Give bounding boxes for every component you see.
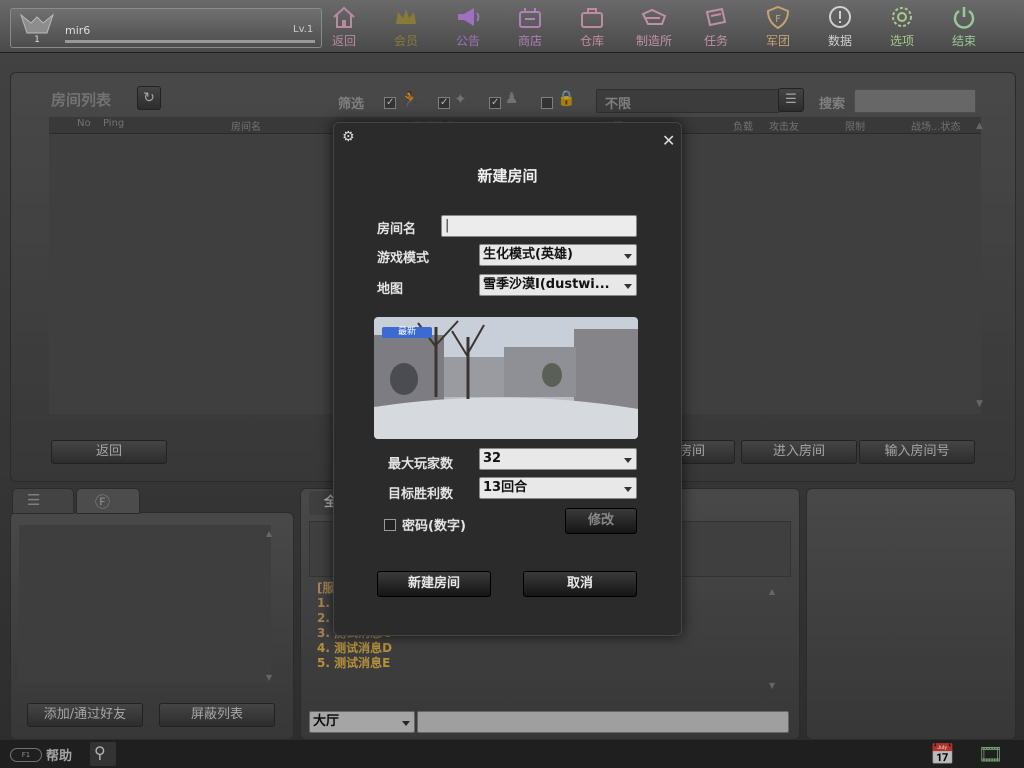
max-players-value: 32 bbox=[483, 451, 502, 466]
max-players-label: 最大玩家数 bbox=[388, 457, 454, 472]
nav-label: 制造所 bbox=[635, 34, 672, 48]
top-bar: 1 mir6 Lv.1 返回 会员 公告 商店 仓库 制造所 任务 F 军团 数据 选项 结束 bbox=[0, 0, 1024, 53]
nav-label: 公告 bbox=[455, 34, 480, 48]
quest-icon bbox=[705, 7, 727, 27]
max-players-select[interactable]: 32 bbox=[479, 448, 637, 470]
confirm-create-room-button[interactable]: 新建房间 bbox=[377, 571, 491, 597]
map-label: 地图 bbox=[377, 282, 404, 297]
nav-label: 数据 bbox=[827, 34, 852, 48]
target-wins-value: 13回合 bbox=[483, 480, 528, 495]
game-mode-value: 生化模式(英雄) bbox=[483, 247, 573, 262]
create-room-dialog: ⚙ ✕ 新建房间 房间名 | 游戏模式 生化模式(英雄) 地图 雪季沙漠Ⅰ(du… bbox=[333, 122, 682, 636]
nav-item-9[interactable]: 选项 bbox=[874, 4, 930, 50]
nav-item-7[interactable]: F 军团 bbox=[750, 4, 806, 50]
exp-bar bbox=[65, 40, 315, 43]
player-level: Lv.1 bbox=[293, 24, 314, 35]
password-checkbox[interactable] bbox=[384, 519, 396, 531]
close-icon[interactable]: ✕ bbox=[662, 131, 675, 150]
nav-item-8[interactable]: 数据 bbox=[812, 4, 868, 50]
nav-item-5[interactable]: 制造所 bbox=[626, 4, 682, 50]
nav-item-4[interactable]: 仓库 bbox=[564, 4, 620, 50]
game-mode-select[interactable]: 生化模式(英雄) bbox=[479, 244, 637, 266]
nav-item-1[interactable]: 会员 bbox=[378, 4, 434, 50]
chevron-down-icon bbox=[624, 458, 632, 463]
map-value: 雪季沙漠Ⅰ(dustwi... bbox=[483, 277, 610, 292]
svg-text:1: 1 bbox=[34, 35, 40, 45]
password-label: 密码(数字) bbox=[402, 519, 466, 534]
room-name-input[interactable]: | bbox=[441, 215, 637, 237]
nav-item-6[interactable]: 任务 bbox=[688, 4, 744, 50]
nav-label: 会员 bbox=[393, 34, 418, 48]
map-preview-image: 最新 bbox=[374, 317, 638, 439]
chevron-down-icon bbox=[624, 284, 632, 289]
room-name-label: 房间名 bbox=[377, 222, 417, 237]
chevron-down-icon bbox=[624, 254, 632, 259]
megaphone-icon bbox=[458, 8, 480, 26]
target-wins-select[interactable]: 13回合 bbox=[479, 477, 637, 499]
nav-item-2[interactable]: 公告 bbox=[440, 4, 496, 50]
power-icon bbox=[953, 7, 975, 29]
store-icon bbox=[519, 8, 541, 28]
nav-label: 任务 bbox=[703, 34, 728, 48]
nav-item-3[interactable]: 商店 bbox=[502, 4, 558, 50]
nav-label: 选项 bbox=[889, 34, 914, 48]
shield-icon: F bbox=[766, 5, 790, 30]
target-wins-label: 目标胜利数 bbox=[388, 487, 454, 502]
cancel-button[interactable]: 取消 bbox=[523, 571, 637, 597]
player-profile[interactable]: 1 mir6 Lv.1 bbox=[10, 8, 322, 48]
steam-icon: ⚙ bbox=[342, 129, 355, 145]
modify-password-button[interactable]: 修改 bbox=[565, 508, 637, 534]
svg-text:F: F bbox=[775, 14, 781, 25]
nav-label: 军团 bbox=[765, 34, 790, 48]
nav-item-10[interactable]: 结束 bbox=[936, 4, 992, 50]
chevron-down-icon bbox=[624, 487, 632, 492]
nav-label: 仓库 bbox=[579, 34, 604, 48]
dialog-title: 新建房间 bbox=[477, 167, 538, 185]
briefcase-icon bbox=[581, 8, 603, 28]
game-mode-label: 游戏模式 bbox=[377, 251, 430, 266]
nav-label: 返回 bbox=[331, 34, 356, 48]
gear-icon bbox=[892, 7, 912, 27]
new-badge: 最新 bbox=[382, 327, 432, 338]
nav-label: 商店 bbox=[517, 34, 542, 48]
info-icon bbox=[829, 6, 851, 28]
player-name: mir6 bbox=[65, 24, 91, 37]
craft-icon bbox=[641, 8, 667, 25]
nav-label: 结束 bbox=[951, 34, 976, 48]
home-icon bbox=[333, 6, 355, 28]
crown-icon bbox=[396, 9, 416, 24]
map-select[interactable]: 雪季沙漠Ⅰ(dustwi... bbox=[479, 274, 637, 296]
rank-emblem-icon: 1 bbox=[19, 13, 55, 45]
nav-item-0[interactable]: 返回 bbox=[316, 4, 372, 50]
